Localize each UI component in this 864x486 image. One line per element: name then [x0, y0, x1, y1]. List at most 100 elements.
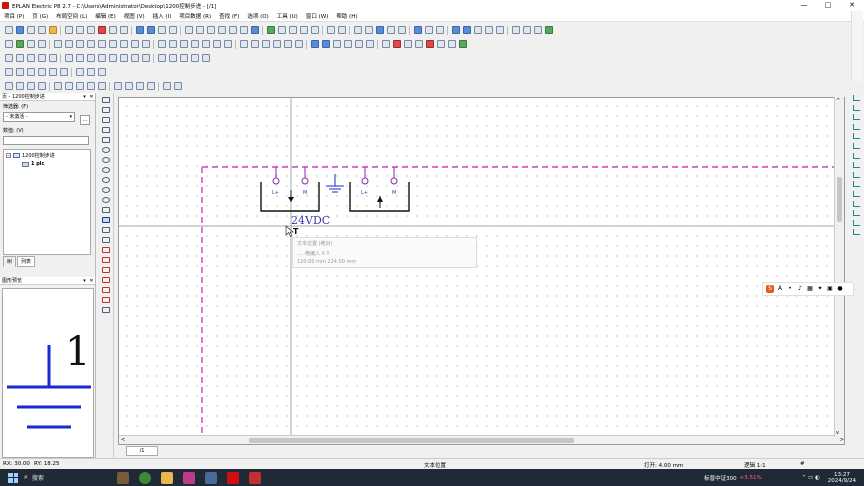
menu-insert[interactable]: 插入 (I): [149, 12, 176, 20]
grid-c-icon[interactable]: [375, 26, 384, 34]
snap-point-icon[interactable]: [435, 26, 444, 34]
menu-view[interactable]: 视图 (V): [120, 12, 149, 20]
box-c-icon[interactable]: [75, 82, 84, 90]
toolbar-overflow-scroll[interactable]: [851, 11, 863, 81]
rect-icon[interactable]: [310, 40, 319, 48]
zoom-out-icon[interactable]: [299, 26, 308, 34]
angle-dim-tool-icon[interactable]: [101, 307, 110, 313]
vertical-scrollbar[interactable]: ^ v: [834, 97, 844, 437]
move-icon[interactable]: [436, 40, 445, 48]
user-avatar-app-icon[interactable]: [116, 471, 129, 484]
schematic-editor[interactable]: L+ M L+ M 24VDC T 文本位置 (绝对) .... 绝编入 X Y…: [118, 97, 845, 445]
double-arrow-icon[interactable]: [4, 82, 13, 90]
dimension-tool-icon[interactable]: [101, 247, 110, 253]
wire2-icon[interactable]: [37, 82, 46, 90]
menu-page[interactable]: 页 (G): [28, 12, 52, 20]
polygon-tool-icon[interactable]: [101, 137, 110, 143]
plc-card-icon[interactable]: [179, 40, 188, 48]
text-tool-icon[interactable]: [101, 217, 110, 223]
structure-box-icon[interactable]: [64, 40, 73, 48]
angle4-icon[interactable]: [97, 54, 106, 62]
arrow-up4-icon[interactable]: [37, 54, 46, 62]
angle2-icon[interactable]: [75, 54, 84, 62]
tree-node-page[interactable]: 1 plc: [22, 161, 44, 167]
ime-lang-icon[interactable]: A: [776, 285, 784, 293]
pin4-icon[interactable]: [146, 82, 155, 90]
vertical-scroll-thumb[interactable]: [837, 177, 842, 222]
dimension2-tool-icon[interactable]: [101, 257, 110, 263]
conn-def3-icon[interactable]: [97, 68, 106, 76]
circle-tool-icon[interactable]: [101, 147, 110, 153]
stretch-icon[interactable]: [447, 40, 456, 48]
filter4-icon[interactable]: [190, 54, 199, 62]
filter-select[interactable]: - 未激活 - ▾: [3, 112, 75, 122]
tee-left-icon[interactable]: [852, 162, 860, 169]
net-icon[interactable]: [108, 40, 117, 48]
filter-more-button[interactable]: ...: [80, 115, 90, 125]
plc-box-icon[interactable]: [168, 40, 177, 48]
cable-icon[interactable]: [37, 40, 46, 48]
spline-tool-icon[interactable]: [101, 207, 110, 213]
menu-layout-space[interactable]: 布局空间 (L): [52, 12, 91, 20]
corner-right-up-icon[interactable]: [852, 114, 860, 121]
branch3-icon[interactable]: [852, 200, 860, 207]
tee-right-icon[interactable]: [852, 152, 860, 159]
connection-icon[interactable]: [451, 26, 460, 34]
filter-icon[interactable]: [157, 54, 166, 62]
branch-icon[interactable]: [852, 181, 860, 188]
corner-right-down-icon[interactable]: [852, 95, 860, 101]
rotate-icon[interactable]: [414, 40, 423, 48]
search-icon[interactable]: ⌕: [24, 473, 28, 482]
minimize-button[interactable]: —: [792, 0, 816, 11]
menu-window[interactable]: 窗口 (W): [302, 12, 332, 20]
location-box-icon[interactable]: [75, 40, 84, 48]
corner-left-down-icon[interactable]: [852, 104, 860, 111]
value-input[interactable]: [3, 136, 89, 145]
mirror-icon[interactable]: [403, 40, 412, 48]
link-tool-icon[interactable]: [101, 237, 110, 243]
polyline-tool-icon[interactable]: [101, 107, 110, 113]
ime-mic-icon[interactable]: ♪: [796, 285, 804, 293]
branch2-icon[interactable]: [852, 190, 860, 197]
snap-grid-icon[interactable]: [413, 26, 422, 34]
bus-t-icon[interactable]: [4, 68, 13, 76]
zoom-window-icon[interactable]: [277, 26, 286, 34]
menu-edit[interactable]: 编辑 (E): [91, 12, 120, 20]
symbol-icon[interactable]: [119, 40, 128, 48]
black-box-icon[interactable]: [53, 40, 62, 48]
zoom-fit-icon[interactable]: [310, 26, 319, 34]
page-prev-icon[interactable]: [206, 26, 215, 34]
horizontal-scroll-thumb[interactable]: [249, 438, 574, 443]
pin2-icon[interactable]: [124, 82, 133, 90]
scroll-down-icon[interactable]: v: [836, 430, 839, 436]
windows-start-icon[interactable]: [8, 472, 18, 483]
curve-icon[interactable]: [15, 82, 24, 90]
angle8-icon[interactable]: [141, 54, 150, 62]
media-app-icon[interactable]: [182, 471, 195, 484]
menu-options[interactable]: 选项 (O): [243, 12, 272, 20]
ime-more-icon[interactable]: ●: [836, 285, 844, 293]
hatch2-icon[interactable]: [354, 40, 363, 48]
menu-help[interactable]: 帮助 (H): [332, 12, 361, 20]
rectangle-tool-icon[interactable]: [101, 127, 110, 133]
undo-icon[interactable]: [135, 26, 144, 34]
conn-def-icon[interactable]: [75, 68, 84, 76]
paste-icon[interactable]: [86, 26, 95, 34]
ime-skin-icon[interactable]: ✦: [816, 285, 824, 293]
rect3-icon[interactable]: [332, 40, 341, 48]
filter2-icon[interactable]: [168, 54, 177, 62]
bus2-icon[interactable]: [212, 40, 221, 48]
zoom-in-icon[interactable]: [288, 26, 297, 34]
format-icon[interactable]: [119, 26, 128, 34]
page-next-icon[interactable]: [217, 26, 226, 34]
tia-portal-icon[interactable]: [204, 471, 217, 484]
panel-close-icon[interactable]: ✕: [88, 93, 95, 100]
settings-icon[interactable]: [48, 26, 57, 34]
box-a-icon[interactable]: [53, 82, 62, 90]
grid-e-icon[interactable]: [397, 26, 406, 34]
align-icon[interactable]: [381, 40, 390, 48]
ellipse-tool-icon[interactable]: [101, 187, 110, 193]
terminal-icon[interactable]: [15, 40, 24, 48]
macro-icon[interactable]: [130, 40, 139, 48]
angle3-icon[interactable]: [86, 54, 95, 62]
